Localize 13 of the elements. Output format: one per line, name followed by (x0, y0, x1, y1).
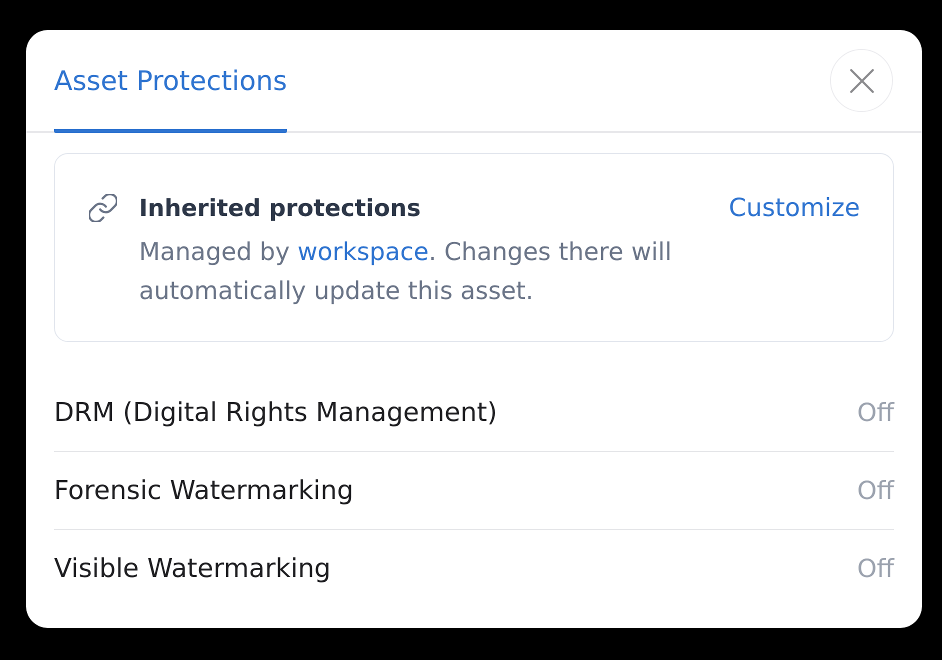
close-icon (848, 68, 874, 94)
status-text: Off (857, 476, 894, 505)
status-text: Off (857, 554, 894, 583)
workspace-link[interactable]: workspace (298, 237, 429, 266)
description-text: Managed by workspace. Changes there will automatically update this asset. (139, 236, 673, 307)
customize-link[interactable]: Customize (728, 193, 860, 223)
protection-name: Forensic Watermarking (54, 476, 354, 506)
protection-name: DRM (Digital Rights Management) (54, 398, 498, 428)
protection-name: Visible Watermarking (54, 554, 331, 584)
tab[interactable]: Asset Protections (54, 30, 288, 133)
link-icon (89, 194, 117, 222)
status-text: Off (857, 398, 894, 427)
card-title: Inherited protections (139, 193, 421, 223)
